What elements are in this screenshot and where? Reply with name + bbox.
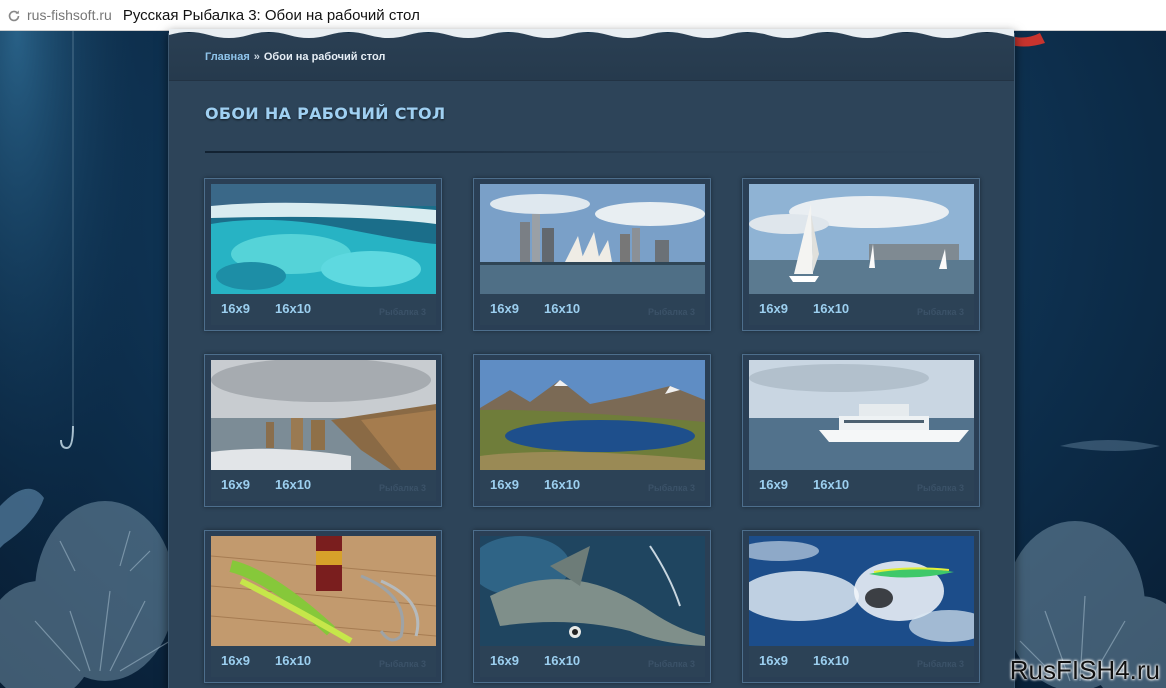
breadcrumb-separator: » xyxy=(253,51,260,63)
breadcrumb-home-link[interactable]: Главная xyxy=(205,51,250,63)
download-16x9-link[interactable]: 16x9 xyxy=(759,301,788,316)
wallpaper-card: 16x9 16x10 Рыбалка 3 xyxy=(742,530,980,683)
download-16x10-link[interactable]: 16x10 xyxy=(275,477,311,492)
wallpaper-thumbnail-lures[interactable] xyxy=(211,536,436,646)
wallpaper-thumbnail-opera-house[interactable] xyxy=(480,184,705,294)
wallpaper-thumbnail-sailboats[interactable] xyxy=(749,184,974,294)
card-footer: 16x9 16x10 Рыбалка 3 xyxy=(211,294,436,325)
game-logo: Рыбалка 3 xyxy=(379,307,426,317)
breadcrumb: Главная» Обои на рабочий стол xyxy=(205,51,385,63)
card-footer: 16x9 16x10 Рыбалка 3 xyxy=(211,470,436,501)
wallpaper-thumbnail-yacht[interactable] xyxy=(749,360,974,470)
game-logo: Рыбалка 3 xyxy=(917,483,964,493)
panel-header: Главная» Обои на рабочий стол xyxy=(169,29,1014,81)
download-16x9-link[interactable]: 16x9 xyxy=(490,301,519,316)
download-16x10-link[interactable]: 16x10 xyxy=(813,653,849,668)
page-title: ОБОИ НА РАБОЧИЙ СТОЛ xyxy=(205,104,446,123)
download-16x10-link[interactable]: 16x10 xyxy=(813,477,849,492)
game-logo: Рыбалка 3 xyxy=(379,659,426,669)
card-footer: 16x9 16x10 Рыбалка 3 xyxy=(480,646,705,677)
game-logo: Рыбалка 3 xyxy=(917,307,964,317)
download-16x9-link[interactable]: 16x9 xyxy=(221,653,250,668)
download-16x9-link[interactable]: 16x9 xyxy=(490,477,519,492)
game-logo: Рыбалка 3 xyxy=(648,659,695,669)
game-logo: Рыбалка 3 xyxy=(648,483,695,493)
download-16x9-link[interactable]: 16x9 xyxy=(221,301,250,316)
wallpaper-card: 16x9 16x10 Рыбалка 3 xyxy=(204,354,442,507)
game-logo: Рыбалка 3 xyxy=(917,659,964,669)
wallpaper-card: 16x9 16x10 Рыбалка 3 xyxy=(473,530,711,683)
card-footer: 16x9 16x10 Рыбалка 3 xyxy=(749,646,974,677)
wallpaper-card: 16x9 16x10 Рыбалка 3 xyxy=(204,178,442,331)
download-16x9-link[interactable]: 16x9 xyxy=(759,477,788,492)
reload-icon[interactable] xyxy=(7,8,21,22)
card-footer: 16x9 16x10 Рыбалка 3 xyxy=(749,470,974,501)
download-16x9-link[interactable]: 16x9 xyxy=(490,653,519,668)
card-footer: 16x9 16x10 Рыбалка 3 xyxy=(749,294,974,325)
wallpaper-card: 16x9 16x10 Рыбалка 3 xyxy=(473,178,711,331)
game-logo: Рыбалка 3 xyxy=(648,307,695,317)
content-panel: Главная» Обои на рабочий стол ОБОИ НА РАБ… xyxy=(168,29,1015,688)
wallpaper-thumbnail-mountain-lake[interactable] xyxy=(480,360,705,470)
wallpaper-card: 16x9 16x10 Рыбалка 3 xyxy=(742,354,980,507)
browser-bar: rus-fishsoft.ru Русская Рыбалка 3: Обои … xyxy=(0,0,1166,31)
browser-page-title: Русская Рыбалка 3: Обои на рабочий стол xyxy=(122,6,420,24)
download-16x10-link[interactable]: 16x10 xyxy=(275,301,311,316)
heading-divider xyxy=(205,151,980,153)
download-16x10-link[interactable]: 16x10 xyxy=(275,653,311,668)
download-16x10-link[interactable]: 16x10 xyxy=(813,301,849,316)
wallpaper-thumbnail-reef[interactable] xyxy=(211,184,436,294)
card-footer: 16x9 16x10 Рыбалка 3 xyxy=(480,294,705,325)
breadcrumb-current: Обои на рабочий стол xyxy=(263,51,386,63)
download-16x9-link[interactable]: 16x9 xyxy=(221,477,250,492)
wallpaper-thumbnail-lure-splash[interactable] xyxy=(749,536,974,646)
card-footer: 16x9 16x10 Рыбалка 3 xyxy=(211,646,436,677)
download-16x10-link[interactable]: 16x10 xyxy=(544,653,580,668)
wallpaper-card: 16x9 16x10 Рыбалка 3 xyxy=(204,530,442,683)
address-url[interactable]: rus-fishsoft.ru xyxy=(27,7,112,23)
game-logo: Рыбалка 3 xyxy=(379,483,426,493)
wallpaper-card: 16x9 16x10 Рыбалка 3 xyxy=(473,354,711,507)
site-watermark: RusFISH4.ru xyxy=(1009,655,1160,685)
card-footer: 16x9 16x10 Рыбалка 3 xyxy=(480,470,705,501)
wallpaper-card: 16x9 16x10 Рыбалка 3 xyxy=(742,178,980,331)
wallpaper-thumbnail-marlin[interactable] xyxy=(480,536,705,646)
download-16x9-link[interactable]: 16x9 xyxy=(759,653,788,668)
wallpaper-thumbnail-cliffs[interactable] xyxy=(211,360,436,470)
download-16x10-link[interactable]: 16x10 xyxy=(544,301,580,316)
download-16x10-link[interactable]: 16x10 xyxy=(544,477,580,492)
snow-edge-decoration xyxy=(169,29,1014,38)
